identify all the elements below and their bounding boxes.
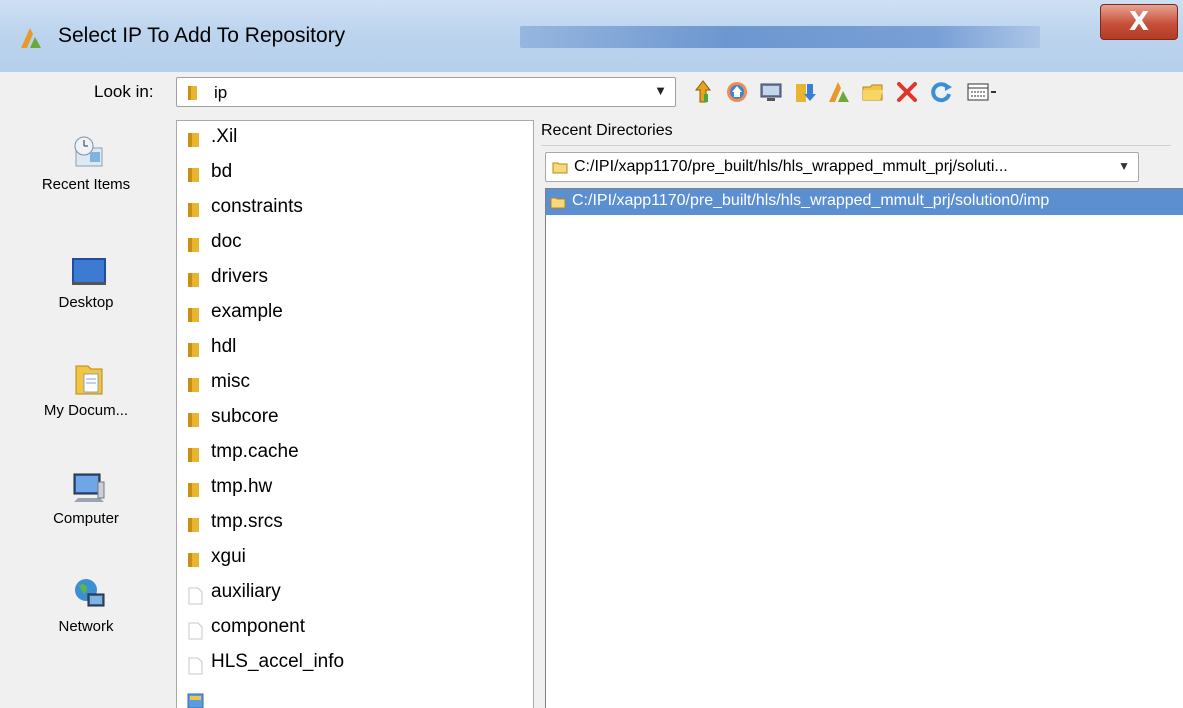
folder-icon bbox=[188, 203, 199, 217]
close-icon: X bbox=[1128, 7, 1150, 37]
vivado-icon[interactable] bbox=[826, 78, 852, 106]
dialog-body: Look in: ip ▼ Recent Items Desktop My Do… bbox=[0, 72, 1183, 708]
file-name: example bbox=[211, 301, 283, 322]
recent-directories-label: Recent Directories bbox=[541, 122, 673, 139]
look-in-label: Look in: bbox=[94, 82, 154, 101]
chevron-down-icon[interactable]: ▼ bbox=[654, 83, 667, 98]
archive-icon bbox=[187, 693, 204, 708]
file-name: auxiliary bbox=[211, 581, 281, 602]
file-icon bbox=[188, 622, 203, 640]
folder-icon bbox=[188, 308, 199, 322]
recent-directory-path: C:/IPI/xapp1170/pre_built/hls/hls_wrappe… bbox=[572, 192, 1050, 209]
file-name: misc bbox=[211, 371, 251, 392]
folder-icon bbox=[552, 162, 568, 174]
folder-icon bbox=[188, 343, 199, 357]
window-title: Select IP To Add To Repository bbox=[58, 24, 346, 47]
desktop-icon bbox=[72, 258, 106, 285]
file-name: subcore bbox=[211, 406, 279, 427]
download-icon[interactable] bbox=[792, 78, 818, 106]
folder-icon bbox=[188, 413, 199, 427]
title-bar: Select IP To Add To Repository X bbox=[0, 0, 1183, 72]
place-label: Desktop bbox=[58, 294, 114, 311]
file-name: doc bbox=[211, 231, 242, 252]
folder-icon bbox=[188, 518, 199, 532]
file-name: xgui bbox=[211, 546, 246, 567]
file-icon bbox=[188, 587, 203, 605]
recent-directories-list[interactable]: C:/IPI/xapp1170/pre_built/hls/hls_wrappe… bbox=[545, 188, 1183, 708]
folder-icon bbox=[188, 168, 199, 182]
recent-directory-item[interactable]: C:/IPI/xapp1170/pre_built/hls/hls_wrappe… bbox=[546, 189, 1183, 215]
folder-icon bbox=[188, 273, 199, 287]
up-folder-icon[interactable] bbox=[690, 78, 716, 106]
folder-icon bbox=[188, 378, 199, 392]
folder-icon bbox=[188, 133, 199, 147]
view-menu-icon[interactable] bbox=[966, 78, 1000, 106]
file-name: drivers bbox=[211, 266, 269, 287]
folder-icon bbox=[188, 448, 199, 462]
places-bar: Recent Items Desktop My Docum... Compute… bbox=[0, 122, 172, 708]
desktop-icon[interactable] bbox=[758, 78, 784, 106]
place-label: Network bbox=[58, 618, 114, 635]
folder-icon bbox=[188, 483, 199, 497]
blurred-region bbox=[520, 26, 1040, 48]
file-name: tmp.hw bbox=[211, 476, 273, 497]
folder-icon bbox=[550, 197, 566, 209]
place-label: Recent Items bbox=[41, 176, 131, 193]
look-in-dropdown[interactable]: ip ▼ bbox=[176, 77, 676, 107]
network-icon bbox=[75, 579, 105, 607]
computer-icon bbox=[73, 473, 105, 502]
file-icon bbox=[188, 657, 203, 675]
file-name: tmp.cache bbox=[211, 441, 299, 462]
file-name: constraints bbox=[211, 196, 303, 217]
folder-icon bbox=[188, 238, 199, 252]
recent-items-icon bbox=[74, 136, 103, 167]
look-in-value: ip bbox=[214, 83, 228, 102]
recent-directory-value: C:/IPI/xapp1170/pre_built/hls/hls_wrappe… bbox=[574, 158, 1008, 175]
delete-icon[interactable] bbox=[894, 78, 920, 106]
place-label: Computer bbox=[53, 510, 119, 527]
file-name: tmp.srcs bbox=[211, 511, 283, 532]
my-documents-icon bbox=[75, 365, 103, 395]
file-list[interactable]: .Xil bd constraints doc drivers example … bbox=[176, 120, 534, 708]
file-name: component bbox=[211, 616, 306, 637]
vivado-logo-icon bbox=[21, 28, 41, 48]
divider bbox=[541, 145, 1171, 146]
close-button[interactable]: X bbox=[1100, 4, 1178, 40]
home-icon[interactable] bbox=[724, 78, 750, 106]
place-label: My Docum... bbox=[43, 402, 129, 419]
file-name: bd bbox=[211, 161, 233, 182]
chevron-down-icon[interactable]: ▼ bbox=[1118, 159, 1130, 173]
folder-icon bbox=[188, 553, 199, 567]
file-name: HLS_accel_info bbox=[211, 651, 345, 672]
folder-icon bbox=[188, 86, 197, 100]
file-name: hdl bbox=[211, 336, 237, 357]
refresh-icon[interactable] bbox=[928, 78, 954, 106]
file-name: .Xil bbox=[211, 126, 238, 147]
new-folder-icon[interactable] bbox=[860, 78, 886, 106]
recent-directories-dropdown[interactable]: C:/IPI/xapp1170/pre_built/hls/hls_wrappe… bbox=[545, 152, 1139, 182]
